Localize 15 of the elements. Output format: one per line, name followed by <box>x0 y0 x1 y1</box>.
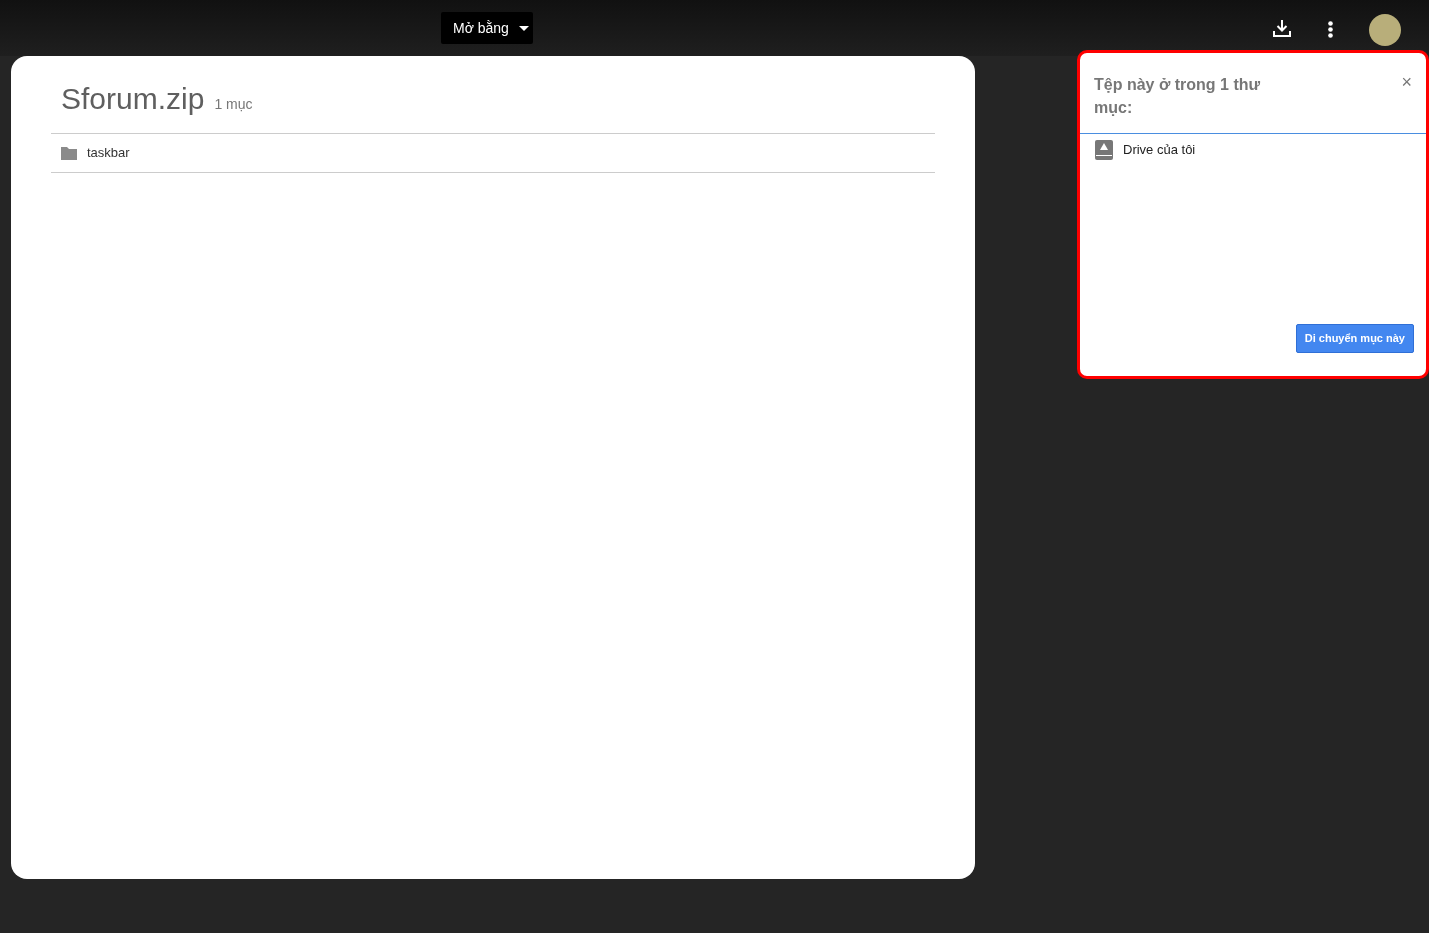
folder-name: taskbar <box>87 144 130 163</box>
more-vertical-icon <box>1327 20 1333 38</box>
location-name[interactable]: Drive của tôi <box>1123 140 1196 160</box>
open-with-button[interactable]: Mở bằng <box>441 12 533 44</box>
caret-icon <box>518 25 529 31</box>
item-count: 1 mục <box>214 95 253 114</box>
download-icon <box>1273 19 1291 37</box>
folder-row[interactable]: taskbar <box>51 134 935 173</box>
move-item-button[interactable]: Di chuyển mục này <box>1295 324 1414 353</box>
folder-icon <box>61 146 77 160</box>
archive-title: Sforum.zip <box>61 81 205 117</box>
popup-title: Tệp này ở trong 1 thư mục: <box>1094 75 1262 118</box>
drive-icon <box>1095 140 1113 160</box>
close-button[interactable]: × <box>1401 73 1412 91</box>
avatar[interactable] <box>1369 14 1401 46</box>
